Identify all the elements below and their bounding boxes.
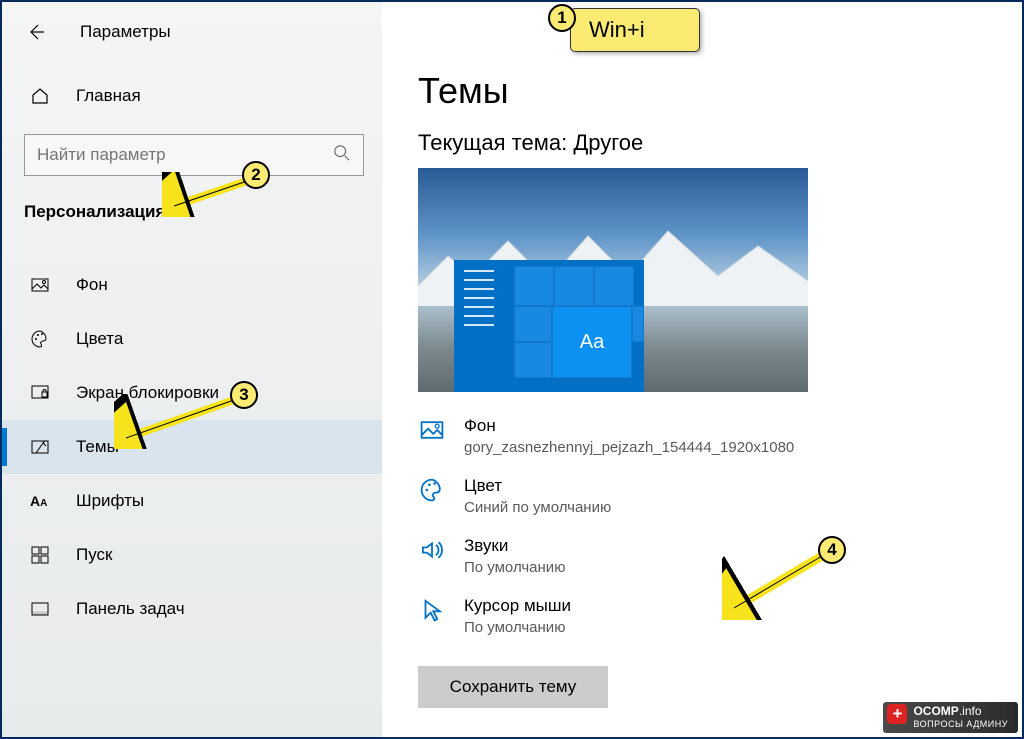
sidebar-item-start[interactable]: Пуск xyxy=(2,528,382,582)
home-label: Главная xyxy=(76,86,141,106)
annotation-badge-3: 3 xyxy=(230,381,258,409)
annotation-note-1: Win+i xyxy=(570,8,700,52)
plus-icon: + xyxy=(887,704,907,724)
sidebar-item-home[interactable]: Главная xyxy=(2,72,382,120)
themes-icon xyxy=(30,437,52,457)
sidebar-item-fonts[interactable]: AA Шрифты xyxy=(2,474,382,528)
option-value: gory_zasnezhennyj_pejzazh_154444_1920x10… xyxy=(464,438,794,458)
option-sounds[interactable]: Звуки По умолчанию xyxy=(418,536,1022,578)
search-icon xyxy=(333,144,351,167)
sidebar-item-label: Панель задач xyxy=(76,599,185,619)
sidebar-item-taskbar[interactable]: Панель задач xyxy=(2,582,382,636)
annotation-arrow-4 xyxy=(722,550,832,620)
sidebar-item-label: Шрифты xyxy=(76,491,144,511)
back-button[interactable] xyxy=(22,18,50,46)
search-box[interactable] xyxy=(24,134,364,176)
option-title: Звуки xyxy=(464,536,565,556)
option-title: Фон xyxy=(464,416,794,436)
option-color[interactable]: Цвет Синий по умолчанию xyxy=(418,476,1022,518)
window-header: Параметры xyxy=(2,2,382,62)
palette-icon xyxy=(418,476,446,504)
option-background[interactable]: Фон gory_zasnezhennyj_pejzazh_154444_192… xyxy=(418,416,1022,458)
image-icon xyxy=(30,275,52,295)
annotation-badge-4: 4 xyxy=(818,536,846,564)
theme-options: Фон gory_zasnezhennyj_pejzazh_154444_192… xyxy=(418,416,1022,638)
main-pane: Темы Текущая тема: Другое Aa xyxy=(382,2,1022,737)
annotation-badge-2: 2 xyxy=(242,161,270,189)
theme-preview[interactable]: Aa xyxy=(418,168,808,392)
option-title: Курсор мыши xyxy=(464,596,571,616)
option-cursor[interactable]: Курсор мыши По умолчанию xyxy=(418,596,1022,638)
image-icon xyxy=(418,416,446,444)
search-input[interactable] xyxy=(37,145,333,165)
current-theme-label: Текущая тема: Другое xyxy=(382,130,1022,168)
save-theme-button[interactable]: Сохранить тему xyxy=(418,666,608,708)
cursor-icon xyxy=(418,596,446,624)
annotation-badge-1: 1 xyxy=(548,4,576,32)
option-value: По умолчанию xyxy=(464,618,571,638)
home-icon xyxy=(30,86,52,106)
start-icon xyxy=(30,545,52,565)
sidebar-item-label: Фон xyxy=(76,275,108,295)
window-title: Параметры xyxy=(80,22,171,42)
sound-icon xyxy=(418,536,446,564)
preview-tile-text: Aa xyxy=(552,306,632,378)
start-preview: Aa xyxy=(454,260,644,392)
sidebar-item-label: Цвета xyxy=(76,329,123,349)
sidebar-item-label: Пуск xyxy=(76,545,112,565)
watermark: + OCOMP.info ВОПРОСЫ АДМИНУ xyxy=(883,702,1018,733)
sidebar-item-colors[interactable]: Цвета xyxy=(2,312,382,366)
sidebar-item-background[interactable]: Фон xyxy=(2,258,382,312)
option-title: Цвет xyxy=(464,476,611,496)
taskbar-icon xyxy=(30,599,52,619)
option-value: Синий по умолчанию xyxy=(464,498,611,518)
annotation-arrow-3 xyxy=(114,394,244,449)
sidebar-item-label: Темы xyxy=(76,437,119,457)
fonts-icon: AA xyxy=(30,493,52,509)
palette-icon xyxy=(30,329,52,349)
lockscreen-icon xyxy=(30,383,52,403)
page-title: Темы xyxy=(382,2,1022,130)
option-value: По умолчанию xyxy=(464,558,565,578)
sidebar: Параметры Главная Персонализация Фон Цве… xyxy=(2,2,382,737)
